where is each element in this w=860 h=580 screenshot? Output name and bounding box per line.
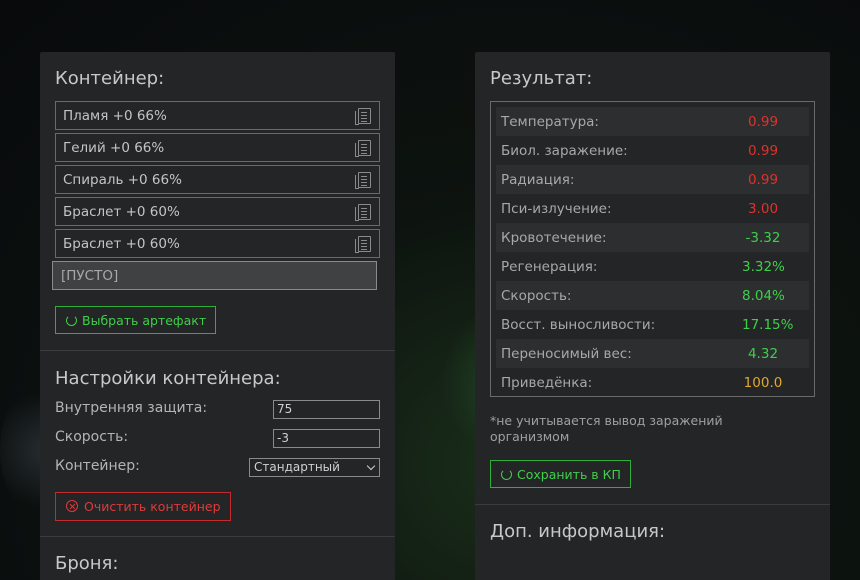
speed-label: Скорость: [55,429,129,445]
result-row: Биол. заражение: 0.99 [496,136,809,165]
save-to-kp-label: Сохранить в КП [517,467,621,482]
artifact-slot-5[interactable]: Браслет +0 60% [55,229,380,258]
container-type-select[interactable]: Стандартный [249,458,380,477]
choose-artifact-button[interactable]: Выбрать артефакт [55,306,217,334]
choose-artifact-label: Выбрать артефакт [82,313,207,328]
result-label: Биол. заражение: [501,142,628,159]
result-label: Скорость: [501,287,572,304]
save-to-kp-button[interactable]: Сохранить в КП [490,460,631,488]
result-value: 3.00 [747,200,779,217]
container-type-value: Стандартный [254,460,340,474]
copy-icon[interactable] [355,204,371,221]
result-value: 4.32 [747,345,779,362]
result-row: Приведёнка: 100.0 [496,368,809,397]
settings-title: Настройки контейнера: [55,368,281,389]
chevron-down-icon [366,461,376,471]
artifact-slot-label: Спираль +0 66% [63,172,182,188]
clear-container-label: Очистить контейнер [84,499,221,514]
result-label: Регенерация: [501,258,598,275]
result-label: Переносимый вес: [501,345,632,362]
footnote: *не учитывается вывод заражений организм… [490,413,723,444]
result-label: Пси-излучение: [501,200,612,217]
container-title: Контейнер: [55,68,165,89]
container-panel: Контейнер: Пламя +0 66% Гелий +0 66% Спи… [40,52,395,580]
result-row: Регенерация: 3.32% [496,252,809,281]
divider [40,350,395,351]
armor-title: Броня: [55,553,119,574]
artifact-slot-2[interactable]: Гелий +0 66% [55,133,380,162]
result-label: Кровотечение: [501,229,607,246]
inner-protection-input[interactable]: 75 [273,400,380,419]
result-label: Температура: [501,113,599,130]
divider [40,536,395,537]
artifact-slot-label: Браслет +0 60% [63,236,180,252]
divider [475,504,830,505]
empty-artifact-slot[interactable]: [ПУСТО] [52,261,377,290]
artifact-slot-label: Гелий +0 66% [63,140,165,156]
result-value: 17.15% [742,316,794,333]
result-row: Восст. выносливости: 17.15% [496,310,809,339]
result-value: 3.32% [742,258,785,275]
container-type-label: Контейнер: [55,458,140,474]
copy-icon[interactable] [355,108,371,125]
result-row: Температура: 0.99 [496,107,809,136]
result-value: 0.99 [747,171,779,188]
extra-info-title: Доп. информация: [490,521,666,542]
artifact-slot-label: Браслет +0 60% [63,204,180,220]
result-label: Радиация: [501,171,575,188]
close-circle-icon [66,500,78,512]
inner-protection-label: Внутренняя защита: [55,400,208,416]
result-row: Кровотечение: -3.32 [496,223,809,252]
copy-icon[interactable] [355,172,371,189]
results-table: Температура: 0.99 Биол. заражение: 0.99 … [490,101,815,397]
artifact-slot-3[interactable]: Спираль +0 66% [55,165,380,194]
result-panel: Результат: Температура: 0.99 Биол. зараж… [475,52,830,580]
result-value: 8.04% [742,287,785,304]
result-value: -3.32 [745,229,781,246]
artifact-slot-1[interactable]: Пламя +0 66% [55,101,380,130]
sync-icon [501,469,512,480]
result-row: Скорость: 8.04% [496,281,809,310]
copy-icon[interactable] [355,140,371,157]
result-title: Результат: [490,68,593,89]
sync-icon [66,315,77,326]
result-value: 0.99 [747,142,779,159]
result-value: 100.0 [743,374,783,391]
result-row: Переносимый вес: 4.32 [496,339,809,368]
speed-input[interactable]: -3 [273,429,380,448]
artifact-slot-label: Пламя +0 66% [63,108,167,124]
result-row: Пси-излучение: 3.00 [496,194,809,223]
result-row: Радиация: 0.99 [496,165,809,194]
result-value: 0.99 [747,113,779,130]
copy-icon[interactable] [355,236,371,253]
result-label: Приведёнка: [501,374,593,391]
clear-container-button[interactable]: Очистить контейнер [55,492,231,521]
result-label: Восст. выносливости: [501,316,656,333]
artifact-slot-4[interactable]: Браслет +0 60% [55,197,380,226]
